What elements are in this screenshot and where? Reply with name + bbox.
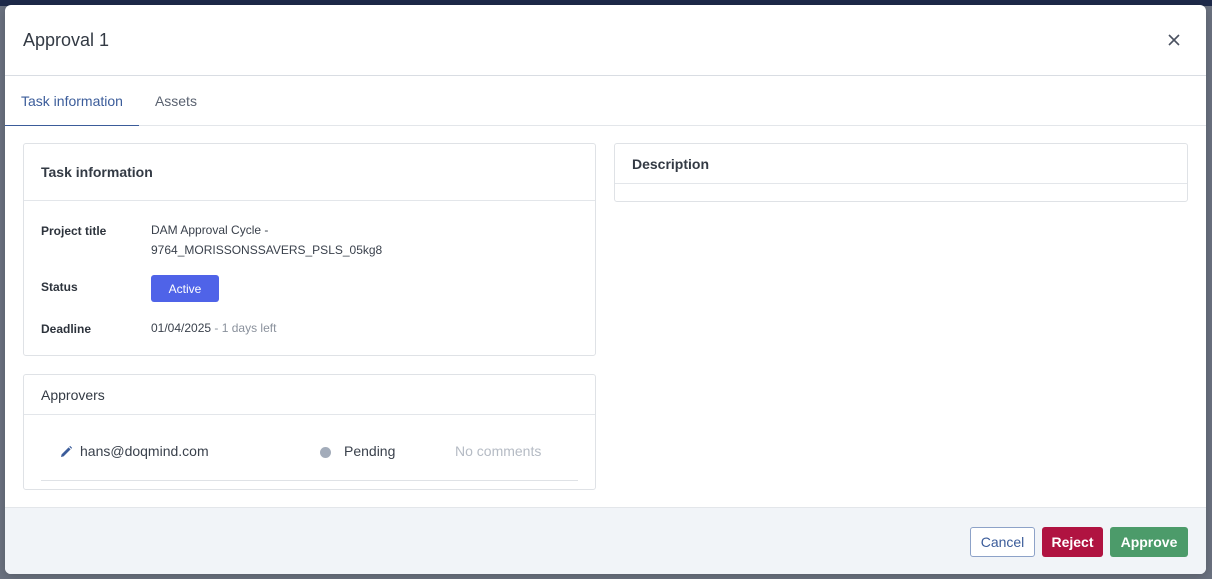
modal-body: Task information Project title DAM Appro…	[5, 126, 1206, 507]
deadline-remaining: 1 days left	[221, 321, 277, 335]
approvers-card: Approvers hans@doqmind.com Pending No co…	[23, 374, 596, 490]
approval-modal: Approval 1 Task information Assets Task …	[5, 5, 1206, 574]
deadline-label: Deadline	[41, 322, 92, 336]
description-header: Description	[615, 144, 1187, 184]
project-title-value: DAM Approval Cycle - 9764_MORISSONSSAVER…	[151, 220, 382, 260]
approve-button[interactable]: Approve	[1110, 527, 1188, 557]
project-title-line2: 9764_MORISSONSSAVERS_PSLS_05kg8	[151, 243, 383, 257]
description-card: Description	[614, 143, 1188, 202]
pending-status-dot	[320, 447, 331, 458]
cancel-button[interactable]: Cancel	[970, 527, 1035, 557]
deadline-value: 01/04/2025 - 1 days left	[151, 318, 276, 338]
modal-header: Approval 1	[5, 5, 1206, 76]
modal-footer: Cancel Reject Approve	[5, 507, 1206, 574]
deadline-separator: -	[211, 321, 222, 335]
status-label: Status	[41, 280, 78, 294]
close-icon[interactable]	[1164, 30, 1184, 50]
approvers-header: Approvers	[24, 375, 595, 415]
approver-email: hans@doqmind.com	[80, 443, 209, 459]
approver-row: hans@doqmind.com Pending No comments	[41, 433, 578, 481]
task-information-card: Task information Project title DAM Appro…	[23, 143, 596, 356]
tab-assets[interactable]: Assets	[139, 76, 213, 125]
reject-button[interactable]: Reject	[1042, 527, 1103, 557]
status-badge: Active	[151, 275, 219, 302]
task-information-header: Task information	[24, 144, 595, 201]
pencil-icon[interactable]	[59, 445, 73, 459]
tab-task-information[interactable]: Task information	[5, 76, 139, 126]
deadline-date: 01/04/2025	[151, 321, 212, 335]
approver-status: Pending	[344, 443, 396, 459]
project-title-label: Project title	[41, 224, 107, 238]
tab-bar: Task information Assets	[5, 76, 1206, 126]
approver-comments: No comments	[455, 443, 542, 459]
modal-title: Approval 1	[23, 29, 110, 50]
project-title-line1: DAM Approval Cycle -	[151, 223, 269, 237]
